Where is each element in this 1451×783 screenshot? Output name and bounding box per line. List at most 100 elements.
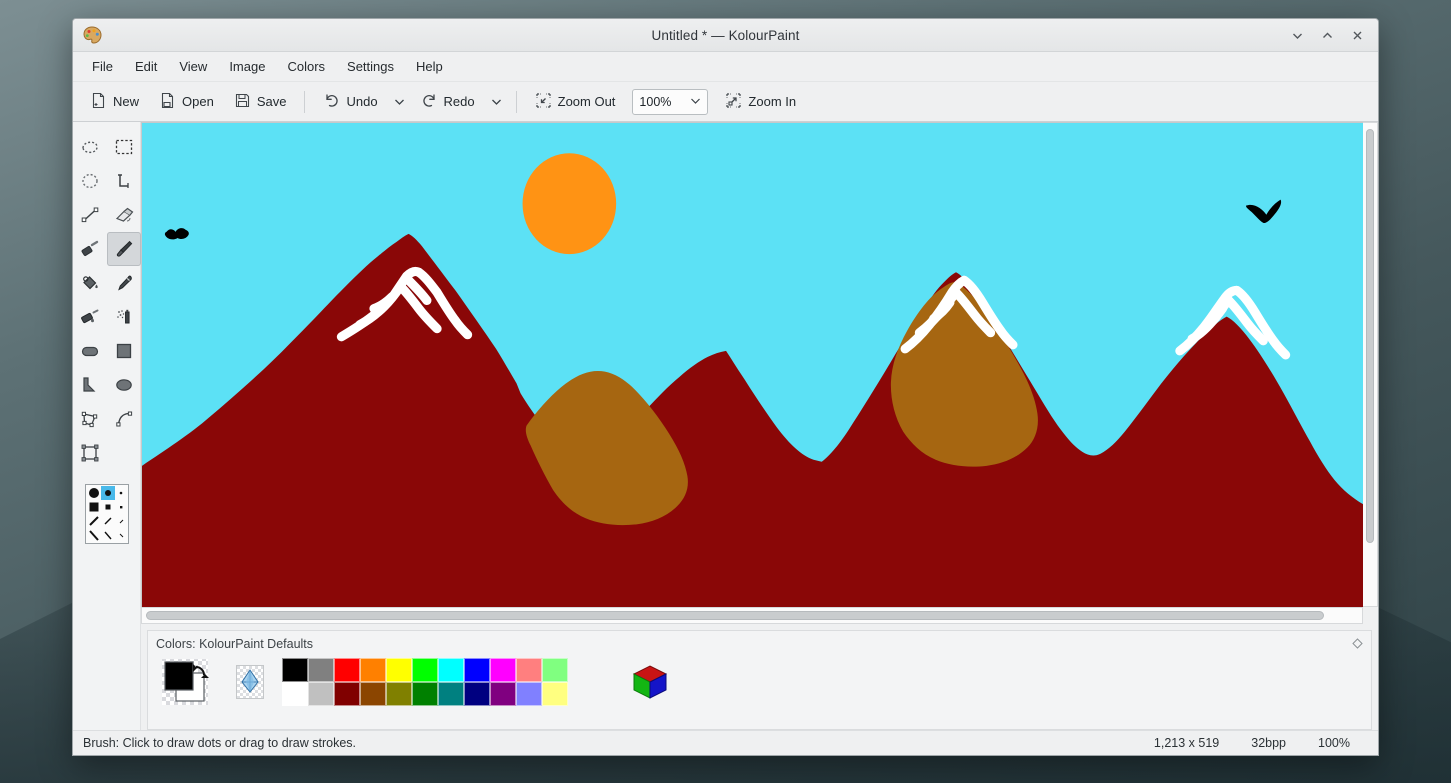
brush-slash-medium[interactable] <box>101 514 115 528</box>
palette-swatch[interactable] <box>308 682 334 706</box>
free-form-select-tool[interactable] <box>73 130 107 164</box>
palette-swatch[interactable] <box>334 682 360 706</box>
line-tool[interactable] <box>73 198 107 232</box>
canvas-vertical-scrollbar[interactable] <box>1363 122 1378 607</box>
canvas-horizontal-scrollbar[interactable] <box>141 607 1363 624</box>
palette-swatch[interactable] <box>464 658 490 682</box>
canvas-column: Colors: KolourPaint Defaults <box>141 122 1378 730</box>
brush-backslash-small[interactable] <box>115 528 128 543</box>
redo-button[interactable]: Redo <box>412 87 484 117</box>
vertical-scrollbar-thumb[interactable] <box>1366 129 1374 543</box>
zoom-in-button[interactable]: Zoom In <box>716 87 805 117</box>
palette-swatch[interactable] <box>412 682 438 706</box>
rounded-rectangle-tool[interactable] <box>73 334 107 368</box>
polygon-tool[interactable] <box>73 402 107 436</box>
palette-swatch[interactable] <box>282 682 308 706</box>
brush-round-medium[interactable] <box>100 486 115 500</box>
airbrush-tool[interactable] <box>107 300 141 334</box>
brush-tool[interactable] <box>106 232 141 266</box>
text-tool[interactable] <box>107 164 141 198</box>
save-button[interactable]: Save <box>225 87 296 117</box>
menu-colors[interactable]: Colors <box>276 55 336 78</box>
palette-swatch[interactable] <box>282 658 308 682</box>
palette-swatch[interactable] <box>360 682 386 706</box>
menu-help[interactable]: Help <box>405 55 454 78</box>
close-button[interactable] <box>1342 21 1372 49</box>
menu-edit[interactable]: Edit <box>124 55 168 78</box>
palette-swatch[interactable] <box>334 658 360 682</box>
brush-backslash-large[interactable] <box>87 528 101 543</box>
rectangle-tool[interactable] <box>107 334 141 368</box>
redo-arrow-icon <box>421 92 438 112</box>
palette-swatch[interactable] <box>360 658 386 682</box>
pen-tool[interactable] <box>73 368 107 402</box>
ellipse-tool[interactable] <box>107 368 141 402</box>
palette-swatch[interactable] <box>490 682 516 706</box>
canvas-row <box>141 122 1378 607</box>
new-button[interactable]: New <box>81 87 148 117</box>
tool-grid <box>73 130 141 470</box>
menu-view[interactable]: View <box>168 55 218 78</box>
redo-dropdown-chevron-down-icon[interactable] <box>486 90 507 113</box>
maximize-button[interactable] <box>1312 21 1342 49</box>
palette-swatch[interactable] <box>542 682 568 706</box>
horizontal-scrollbar-thumb[interactable] <box>146 611 1324 620</box>
menu-settings[interactable]: Settings <box>336 55 405 78</box>
color-picker-tool[interactable] <box>107 266 141 300</box>
foreground-background-color-selector[interactable] <box>162 657 218 707</box>
undo-dropdown-chevron-down-icon[interactable] <box>389 90 410 113</box>
brush-slash-large[interactable] <box>87 514 101 528</box>
brush-round-small[interactable] <box>115 486 128 500</box>
eraser-tool[interactable] <box>107 198 141 232</box>
zoom-out-icon <box>535 92 552 112</box>
palette-swatch[interactable] <box>386 658 412 682</box>
palette-swatch[interactable] <box>542 658 568 682</box>
crop-tool[interactable] <box>73 436 107 470</box>
save-floppy-icon <box>234 92 251 112</box>
brush-square-large[interactable] <box>87 500 101 514</box>
curve-tool[interactable] <box>107 402 141 436</box>
brush-slash-small[interactable] <box>115 514 128 528</box>
menu-bar: File Edit View Image Colors Settings Hel… <box>73 52 1378 82</box>
elliptical-select-tool[interactable] <box>73 164 107 198</box>
palette-swatch[interactable] <box>438 682 464 706</box>
brush-backslash-medium[interactable] <box>101 528 115 543</box>
palette-swatch[interactable] <box>386 682 412 706</box>
colors-dock: Colors: KolourPaint Defaults <box>147 630 1372 730</box>
status-dimensions: 1,213 x 519 <box>1153 736 1220 750</box>
palette-swatch[interactable] <box>516 682 542 706</box>
flood-fill-tool[interactable] <box>73 266 107 300</box>
rgb-cube-icon[interactable] <box>630 662 670 702</box>
menu-image[interactable]: Image <box>218 55 276 78</box>
main-toolbar: New Open Save Undo Redo Zoom Out 100% Zo… <box>73 82 1378 122</box>
rectangular-select-tool[interactable] <box>107 130 141 164</box>
palette-swatch[interactable] <box>464 682 490 706</box>
brush-square-medium[interactable] <box>101 500 115 514</box>
image-canvas[interactable] <box>141 122 1363 607</box>
minimize-button[interactable] <box>1282 21 1312 49</box>
palette-swatch[interactable] <box>490 658 516 682</box>
color-eraser-tool[interactable] <box>73 232 107 266</box>
brush-round-large[interactable] <box>87 486 101 500</box>
new-file-icon <box>90 92 107 112</box>
zoom-in-icon <box>725 92 742 112</box>
zoom-in-label: Zoom In <box>748 94 797 109</box>
brush-square-small[interactable] <box>115 500 128 514</box>
palette-swatch[interactable] <box>438 658 464 682</box>
spraycan-tool[interactable] <box>73 300 107 334</box>
status-message: Brush: Click to draw dots or drag to dra… <box>83 736 357 750</box>
palette-swatch[interactable] <box>516 658 542 682</box>
open-button[interactable]: Open <box>150 87 223 117</box>
palette-swatch[interactable] <box>412 658 438 682</box>
tool-grid-spacer <box>107 436 141 470</box>
undo-button[interactable]: Undo <box>314 87 386 117</box>
dock-float-handle-icon[interactable] <box>1352 636 1363 654</box>
horizontal-scrollbar-row <box>141 607 1378 624</box>
palette-swatch[interactable] <box>308 658 334 682</box>
work-area: Colors: KolourPaint Defaults <box>73 122 1378 730</box>
transparent-color-swatch[interactable] <box>236 665 264 699</box>
zoom-out-button[interactable]: Zoom Out <box>526 87 625 117</box>
zoom-level-combobox[interactable]: 100% <box>632 88 709 115</box>
menu-file[interactable]: File <box>81 55 124 78</box>
brush-shape-selector[interactable] <box>84 484 129 544</box>
